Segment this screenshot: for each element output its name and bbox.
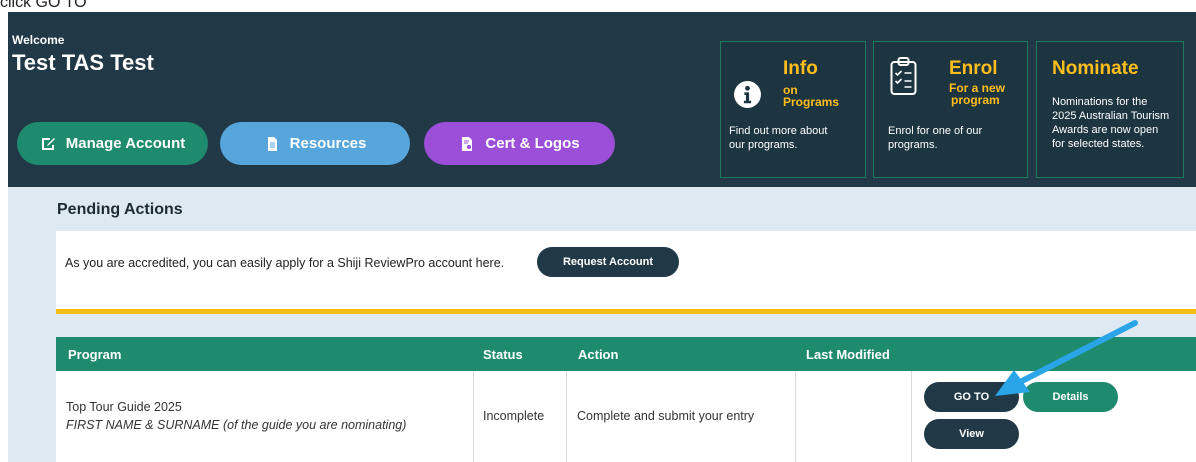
nominate-card-body-4: for selected states.	[1052, 138, 1145, 150]
view-button[interactable]: View	[924, 419, 1019, 449]
user-name: Test TAS Test	[12, 50, 154, 75]
column-divider	[795, 371, 796, 462]
status-value: Incomplete	[483, 409, 545, 423]
manage-account-button[interactable]: Manage Account	[17, 122, 208, 165]
pending-actions-title: Pending Actions	[57, 201, 183, 218]
enrol-card[interactable]: Enrol For a new program Enrol for one of…	[873, 41, 1028, 178]
column-divider	[911, 371, 912, 462]
info-circle-icon	[734, 81, 761, 108]
nominate-card[interactable]: Nominate Nominations for the 2025 Austra…	[1036, 41, 1184, 178]
enrol-card-title: Enrol	[949, 58, 998, 79]
resources-label: Resources	[289, 135, 367, 152]
pending-notice-text: As you are accredited, you can easily ap…	[65, 256, 505, 270]
info-card-body-2: our programs.	[729, 139, 798, 151]
enrol-card-body-2: programs.	[888, 139, 938, 151]
request-account-button[interactable]: Request Account	[537, 247, 679, 277]
manage-account-label: Manage Account	[65, 135, 186, 152]
column-header-program: Program	[68, 347, 122, 362]
pending-notice-panel: As you are accredited, you can easily ap…	[56, 231, 1196, 314]
edit-user-icon	[41, 137, 55, 150]
nominate-card-body-3: Awards are now open	[1052, 124, 1159, 136]
cert-logos-label: Cert & Logos	[485, 135, 580, 152]
info-card-subtitle-2: Programs	[783, 95, 840, 109]
pointer-arrow-icon	[995, 320, 1138, 396]
instruction-caption: click GO TO	[0, 0, 87, 11]
nominate-card-title: Nominate	[1052, 58, 1139, 79]
resources-button[interactable]: Resources	[220, 122, 410, 165]
cert-logos-button[interactable]: Cert & Logos	[424, 122, 615, 165]
document-icon	[267, 136, 277, 151]
program-note: FIRST NAME & SURNAME (of the guide you a…	[66, 418, 407, 432]
info-card[interactable]: Info on Programs Find out more about our…	[720, 41, 866, 178]
column-header-status: Status	[483, 347, 523, 362]
action-value: Complete and submit your entry	[577, 409, 755, 423]
info-card-title: Info	[783, 58, 818, 79]
enrol-card-subtitle-2: program	[951, 93, 1000, 107]
column-header-last-modified: Last Modified	[806, 347, 890, 362]
enrol-card-body-1: Enrol for one of our	[888, 125, 983, 137]
certificate-icon	[462, 136, 473, 151]
program-name: Top Tour Guide 2025	[66, 400, 182, 414]
column-header-action: Action	[578, 347, 619, 362]
column-divider	[566, 371, 567, 462]
nominate-card-body-2: 2025 Australian Tourism	[1052, 110, 1170, 122]
nominate-card-body-1: Nominations for the	[1052, 96, 1148, 108]
clipboard-checklist-icon	[890, 57, 917, 95]
welcome-label: Welcome	[12, 33, 65, 47]
column-divider	[473, 371, 474, 462]
info-card-body-1: Find out more about	[729, 125, 828, 137]
